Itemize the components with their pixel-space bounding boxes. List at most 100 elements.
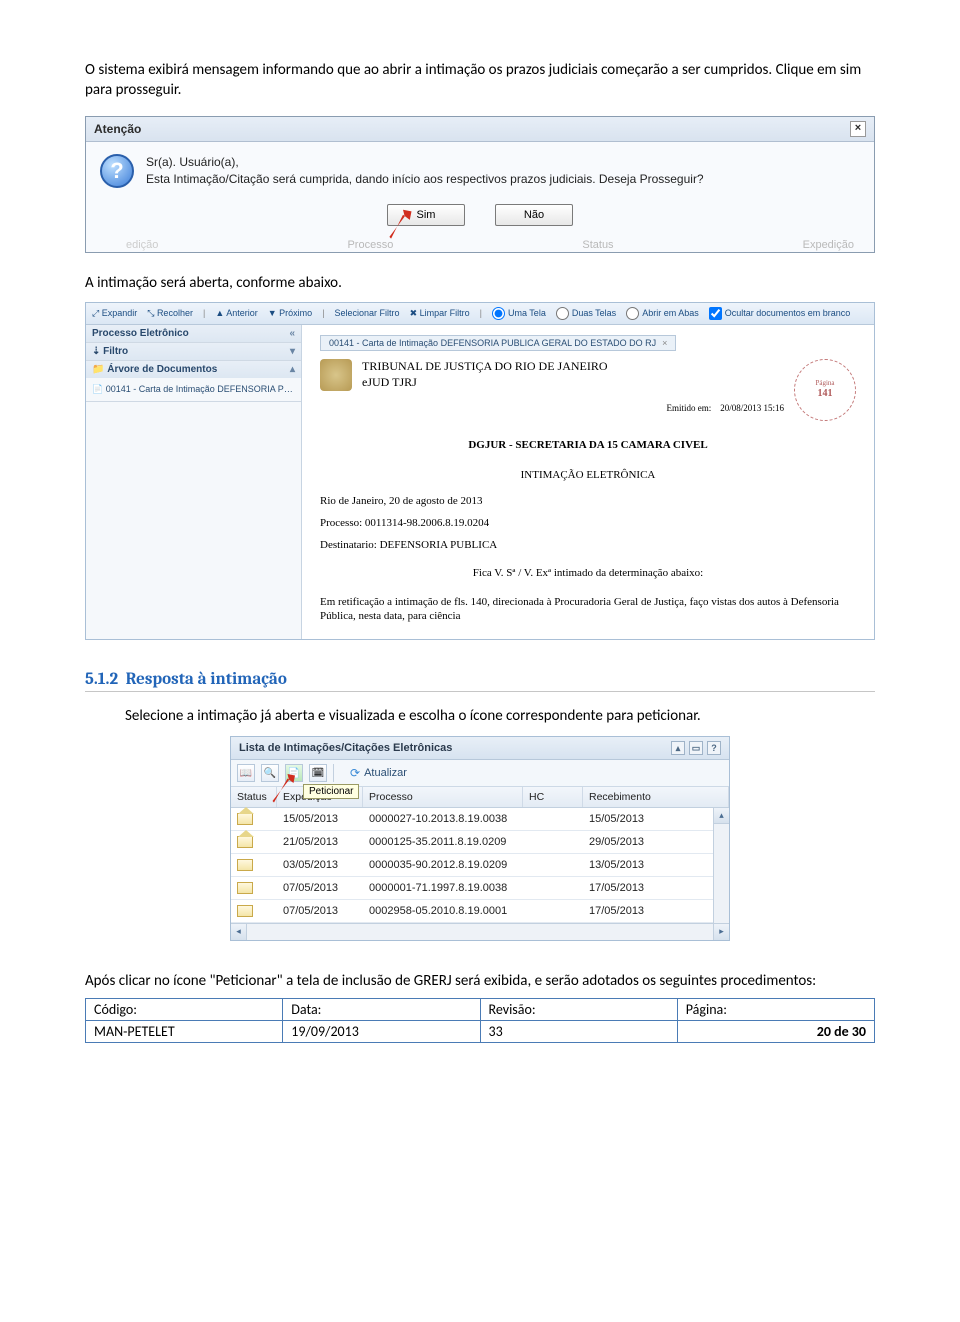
col-recebimento[interactable]: Recebimento — [583, 787, 729, 807]
ghost-col: edição — [126, 239, 158, 251]
dialog-greeting: Sr(a). Usuário(a), — [146, 154, 704, 171]
col-hc[interactable]: HC — [523, 787, 583, 807]
dialog-titlebar: Atenção × — [86, 117, 874, 142]
hc-cell — [523, 837, 583, 847]
scroll-right-icon[interactable]: ▸ — [713, 924, 729, 940]
document-body-text: Em retificação a intimação de fls. 140, … — [320, 595, 856, 624]
prev-button[interactable]: ▲ Anterior — [215, 308, 257, 318]
sidebar-panel-tree[interactable]: 📁 Árvore de Documentos▴ — [86, 361, 301, 378]
minimize-icon[interactable]: ▭ — [689, 741, 703, 755]
status-cell — [231, 877, 277, 899]
intro-paragraph: O sistema exibirá mensagem informando qu… — [85, 60, 875, 101]
tree-item[interactable]: 00141 - Carta de Intimação DEFENSORIA PU… — [92, 382, 295, 397]
processo-cell: 0000001-71.1997.8.19.0038 — [363, 877, 523, 899]
footer-date-value: 19/09/2013 — [283, 1020, 480, 1042]
table-row[interactable]: 21/05/20130000125-35.2011.8.19.020929/05… — [231, 831, 729, 854]
document-fica: Fica V. Sª / V. Exª intimado da determin… — [320, 567, 856, 579]
calendar-icon[interactable]: 🗓 — [309, 764, 327, 782]
refresh-button[interactable]: ⟳Atualizar — [350, 766, 407, 780]
recebimento-cell: 15/05/2013 — [583, 808, 729, 830]
panel-title: Lista de Intimações/Citações Eletrônicas — [239, 742, 452, 754]
col-status[interactable]: Status — [231, 787, 277, 807]
close-icon[interactable]: × — [850, 121, 866, 137]
table-row[interactable]: 07/05/20130000001-71.1997.8.19.0038 17/05… — [231, 877, 729, 900]
viewer-sidebar: Processo Eletrônico« ⇣ Filtro▾ 📁 Árvore … — [86, 325, 302, 640]
table-row[interactable]: 03/05/20130000035-90.2012.8.19.020913/05… — [231, 854, 729, 877]
expedicao-cell: 07/05/2013 — [277, 877, 363, 899]
document-tab[interactable]: 00141 - Carta de Intimação DEFENSORIA PU… — [320, 335, 676, 351]
footer-code-value: MAN-PETELET — [86, 1020, 283, 1042]
help-icon[interactable]: ? — [707, 741, 721, 755]
ghost-col: Processo — [347, 239, 393, 251]
select-filter-button[interactable]: Selecionar Filtro — [335, 308, 400, 318]
expedicao-cell: 07/05/2013 — [277, 900, 363, 922]
table-row[interactable]: 15/05/20130000027-10.2013.8.19.003815/05… — [231, 808, 729, 831]
expedicao-cell: 15/05/2013 — [277, 808, 363, 830]
envelope-closed-icon — [237, 882, 253, 894]
envelope-closed-icon — [237, 905, 253, 917]
view-icon[interactable]: 📖 — [237, 764, 255, 782]
sidebar-panel-filter[interactable]: ⇣ Filtro▾ — [86, 343, 301, 360]
paragraph-4: Após clicar no ícone "Peticionar" a tela… — [85, 971, 875, 991]
expedicao-cell: 03/05/2013 — [277, 854, 363, 876]
status-cell — [231, 831, 277, 853]
status-cell — [231, 900, 277, 922]
scroll-left-icon[interactable]: ◂ — [231, 924, 247, 940]
ghost-col: Status — [582, 239, 613, 251]
two-screens-radio[interactable]: Duas Telas — [556, 307, 616, 320]
attention-dialog: Atenção × ? Sr(a). Usuário(a), Esta Inti… — [85, 116, 875, 254]
scroll-up-icon[interactable]: ▴ — [713, 808, 729, 824]
processo-cell: 0000027-10.2013.8.19.0038 — [363, 808, 523, 830]
recebimento-cell: 17/05/2013 — [583, 900, 729, 922]
document-header-title: TRIBUNAL DE JUSTIÇA DO RIO DE JANEIRO eJ… — [362, 359, 608, 390]
scrollbar-track[interactable] — [713, 824, 729, 923]
collapse-button[interactable]: ⤡ Recolher — [147, 308, 193, 319]
one-screen-radio[interactable]: Uma Tela — [492, 307, 546, 320]
dialog-text-line: Esta Intimação/Citação será cumprida, da… — [146, 171, 704, 188]
footer-page-label: Página: — [677, 998, 874, 1020]
no-button[interactable]: Não — [495, 204, 573, 226]
peticionar-tooltip: Peticionar — [303, 784, 359, 799]
peticionar-icon[interactable]: 📄 — [285, 764, 303, 782]
expedicao-cell: 21/05/2013 — [277, 831, 363, 853]
court-crest-icon — [320, 359, 352, 391]
list-toolbar: 📖 🔍 📄 🗓 ⟳Atualizar Peticionar — [231, 760, 729, 787]
question-icon: ? — [100, 154, 134, 188]
hc-cell — [523, 814, 583, 824]
yes-button[interactable]: Sim — [387, 204, 465, 226]
footer-page-value: 20 de 30 — [677, 1020, 874, 1042]
viewer-toolbar: ⤢ Expandir ⤡ Recolher | ▲ Anterior ▼ Pró… — [86, 303, 874, 325]
dialog-body: ? Sr(a). Usuário(a), Esta Intimação/Cita… — [86, 142, 874, 199]
processo-cell: 0000125-35.2011.8.19.0209 — [363, 831, 523, 853]
tabs-radio[interactable]: Abrir em Abas — [626, 307, 699, 320]
document-meta: Rio de Janeiro, 20 de agosto de 2013 Pro… — [320, 495, 856, 551]
footer-info-table: Código: Data: Revisão: Página: MAN-PETEL… — [85, 998, 875, 1043]
clear-filter-button[interactable]: ✖ Limpar Filtro — [410, 308, 470, 319]
sidebar-panel-process[interactable]: Processo Eletrônico« — [86, 325, 301, 342]
col-processo[interactable]: Processo — [363, 787, 523, 807]
status-cell — [231, 854, 277, 876]
panel-header: Lista de Intimações/Citações Eletrônicas… — [231, 737, 729, 760]
footer-date-label: Data: — [283, 998, 480, 1020]
close-tab-icon[interactable]: × — [662, 338, 667, 348]
envelope-open-icon — [237, 813, 253, 825]
ghost-col: Expedição — [803, 239, 854, 251]
envelope-closed-icon — [237, 859, 253, 871]
search-doc-icon[interactable]: 🔍 — [261, 764, 279, 782]
page-stamp-icon: Página 141 — [794, 359, 856, 421]
next-button[interactable]: ▼ Próximo — [268, 308, 312, 318]
envelope-open-icon — [237, 836, 253, 848]
document-type: INTIMAÇÃO ELETRÔNICA — [320, 469, 856, 481]
processo-cell: 0002958-05.2010.8.19.0001 — [363, 900, 523, 922]
document-content: 00141 - Carta de Intimação DEFENSORIA PU… — [302, 325, 874, 640]
hc-cell — [523, 906, 583, 916]
expand-button[interactable]: ⤢ Expandir — [92, 308, 137, 319]
footer-rev-label: Revisão: — [480, 998, 677, 1020]
table-row[interactable]: 07/05/20130002958-05.2010.8.19.0001 17/05… — [231, 900, 729, 923]
collapse-up-icon[interactable]: ▴ — [671, 741, 685, 755]
list-body: ▴ 15/05/20130000027-10.2013.8.19.003815/… — [231, 808, 729, 923]
hide-blank-checkbox[interactable]: Ocultar documentos em branco — [709, 307, 851, 320]
paragraph-3: Selecione a intimação já aberta e visual… — [125, 706, 875, 726]
recebimento-cell: 17/05/2013 — [583, 877, 729, 899]
horizontal-scrollbar[interactable]: ◂ ▸ — [231, 923, 729, 940]
